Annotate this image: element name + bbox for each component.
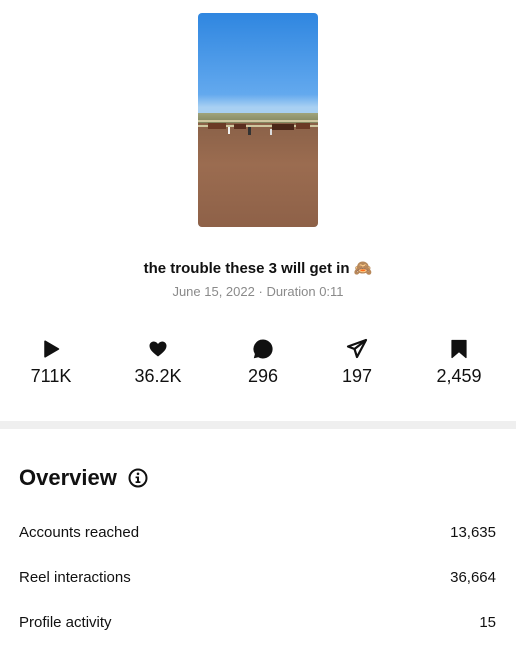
overview-header: Overview xyxy=(19,465,149,491)
reel-interactions-label: Reel interactions xyxy=(19,568,131,586)
duration-value: 0:11 xyxy=(319,284,344,299)
likes-count: 36.2K xyxy=(134,366,182,386)
shares-stat[interactable]: 197 xyxy=(312,338,402,387)
reel-thumbnail[interactable] xyxy=(198,13,318,227)
info-icon[interactable] xyxy=(127,467,149,489)
overview-title: Overview xyxy=(19,465,117,490)
heart-icon xyxy=(149,341,167,357)
saves-count: 2,459 xyxy=(436,366,482,386)
accounts-reached-value: 13,635 xyxy=(450,523,496,541)
comment-icon xyxy=(253,339,273,359)
reel-interactions-value: 36,664 xyxy=(450,568,496,586)
play-icon xyxy=(44,340,60,358)
shares-count: 197 xyxy=(341,366,373,386)
comments-count: 296 xyxy=(247,366,279,386)
meta-separator: · xyxy=(258,284,263,299)
section-divider xyxy=(0,421,516,429)
reel-interactions-row[interactable]: Reel interactions 36,664 xyxy=(19,567,496,587)
plays-stat[interactable]: 711K xyxy=(6,338,96,387)
saves-stat[interactable]: 2,459 xyxy=(414,338,504,387)
duration-label: Duration xyxy=(266,284,316,299)
share-icon xyxy=(346,338,368,359)
profile-activity-row[interactable]: Profile activity 15 xyxy=(19,612,496,632)
bookmark-icon xyxy=(451,339,467,359)
reel-stats: 711K 36.2K 296 197 2,459 xyxy=(0,338,516,388)
post-date: June 15, 2022 xyxy=(172,284,255,299)
reel-caption-text: the trouble these 3 will get in 🙈 xyxy=(143,260,373,277)
profile-activity-label: Profile activity xyxy=(19,613,112,631)
accounts-reached-row[interactable]: Accounts reached 13,635 xyxy=(19,522,496,542)
comments-stat[interactable]: 296 xyxy=(218,338,308,387)
profile-activity-value: 15 xyxy=(479,613,496,631)
reel-meta: June 15, 2022 · Duration 0:11 xyxy=(0,284,516,299)
plays-count: 711K xyxy=(30,366,72,386)
reel-caption: the trouble these 3 will get in 🙈 xyxy=(0,259,516,277)
thumbnail-fence xyxy=(198,120,318,135)
thumbnail-ground xyxy=(198,123,318,227)
likes-stat[interactable]: 36.2K xyxy=(113,338,203,387)
accounts-reached-label: Accounts reached xyxy=(19,523,140,541)
